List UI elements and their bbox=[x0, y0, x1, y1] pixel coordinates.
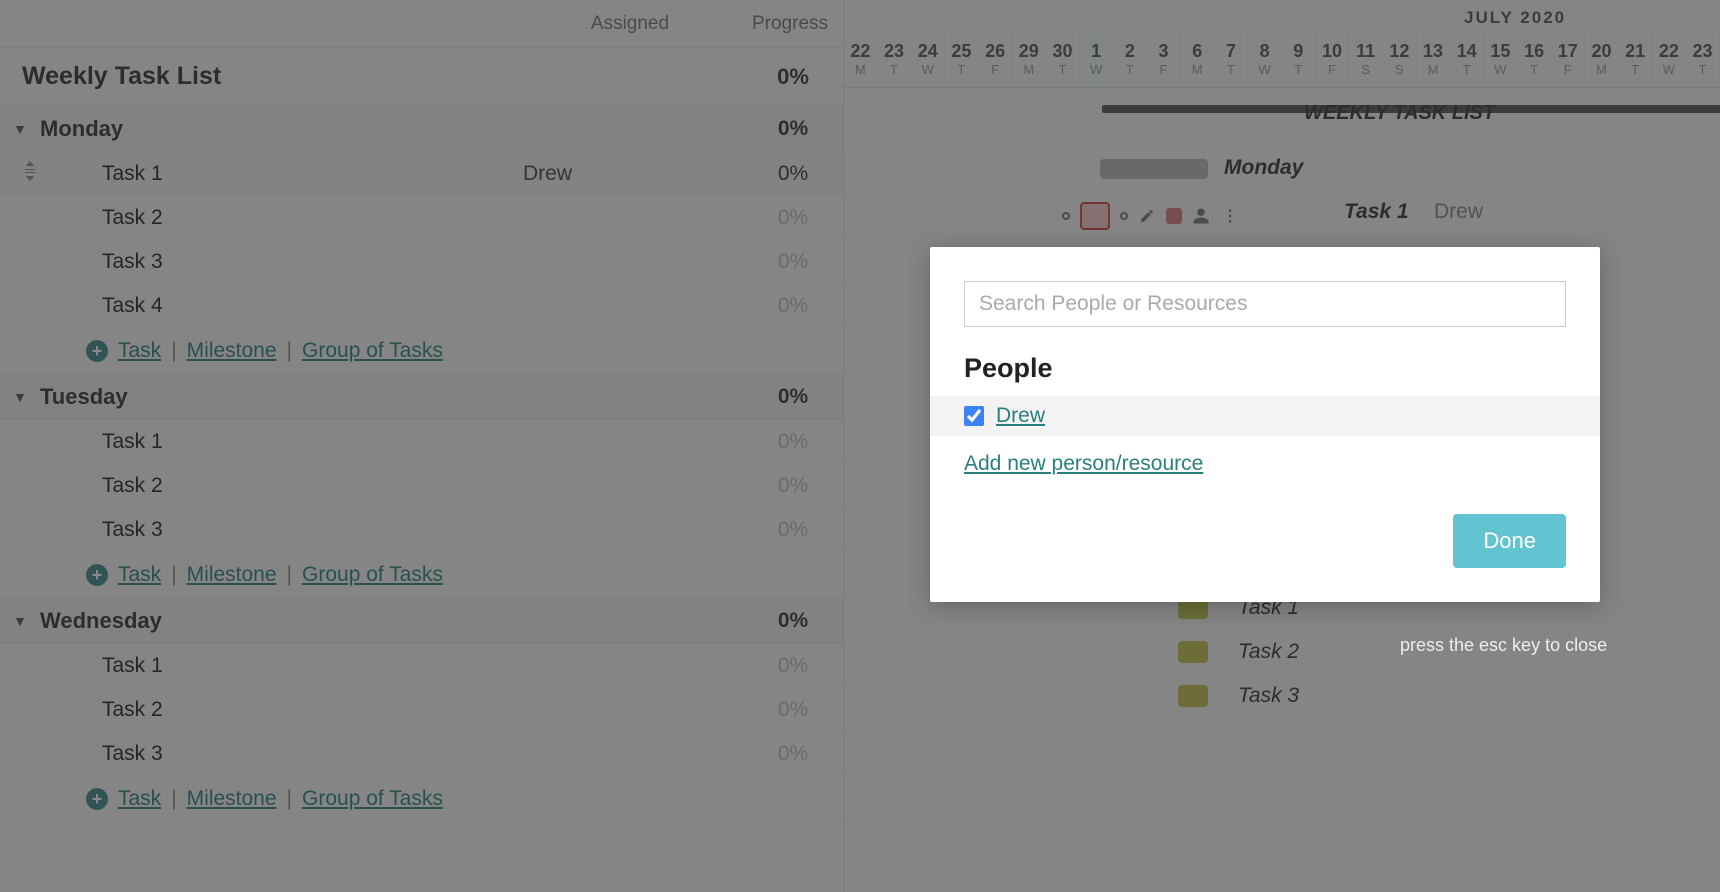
esc-hint: press the esc key to close bbox=[1400, 635, 1607, 656]
person-row[interactable]: Drew bbox=[930, 396, 1600, 436]
people-heading: People bbox=[964, 353, 1566, 384]
app-root: Assigned Progress Weekly Task List 0% ▼ … bbox=[0, 0, 1720, 892]
add-person-link[interactable]: Add new person/resource bbox=[964, 452, 1203, 476]
person-name-link[interactable]: Drew bbox=[996, 404, 1045, 428]
assign-people-modal: People Drew Add new person/resource Done bbox=[930, 247, 1600, 602]
person-checkbox[interactable] bbox=[964, 406, 984, 426]
search-people-input[interactable] bbox=[964, 281, 1566, 327]
done-button[interactable]: Done bbox=[1453, 514, 1566, 568]
